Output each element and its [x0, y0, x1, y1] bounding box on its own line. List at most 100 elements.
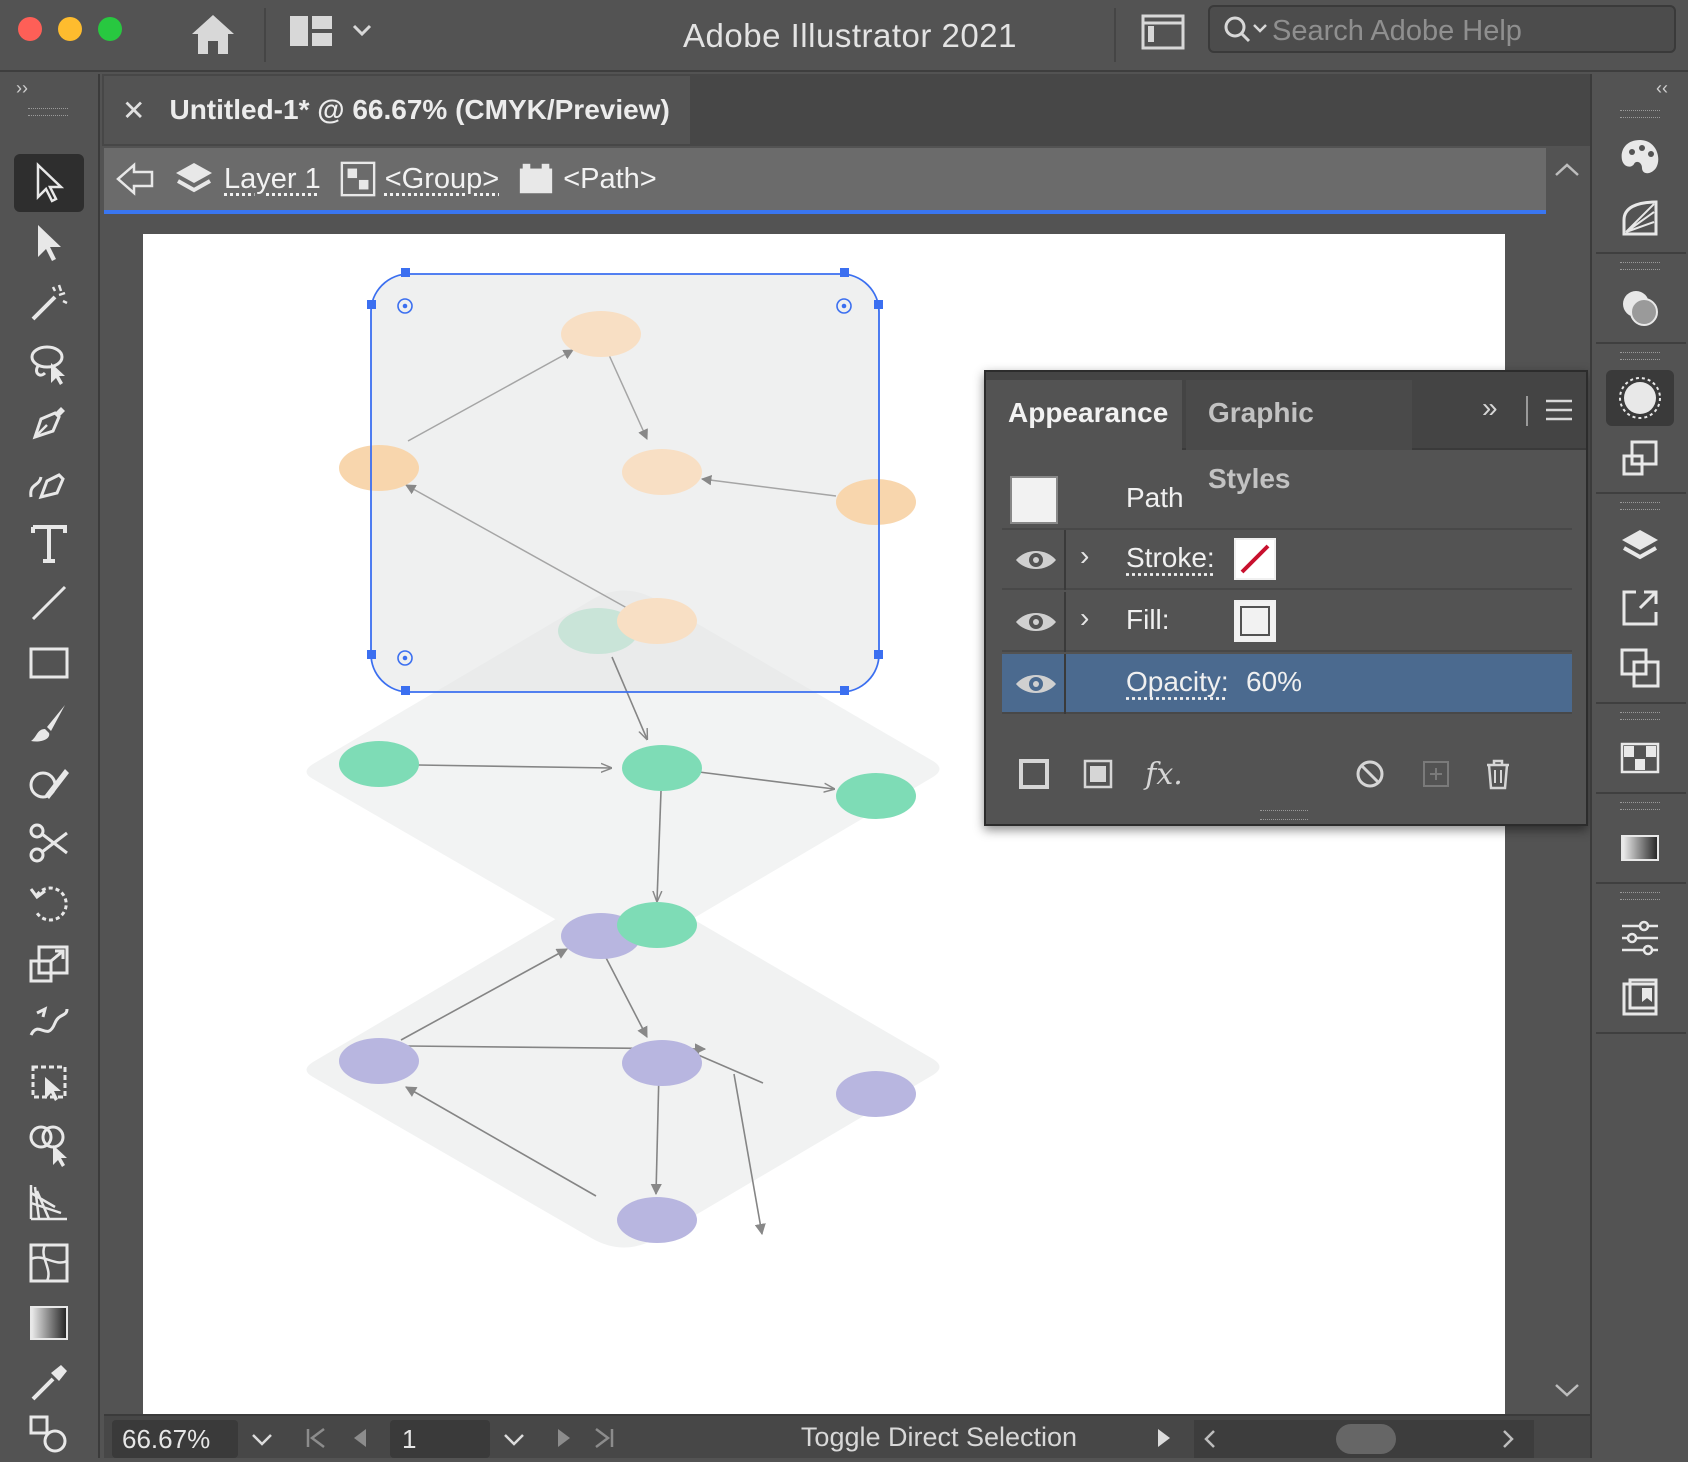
close-document-icon[interactable]: ✕ [122, 94, 145, 127]
shaper-tool[interactable] [14, 754, 84, 812]
magic-wand-tool[interactable] [14, 274, 84, 332]
breadcrumb-group[interactable]: <Group> [385, 163, 499, 196]
workspace-switcher-icon[interactable] [288, 14, 378, 50]
status-bar: 66.67% 1 Toggle Direct Selection [104, 1414, 1590, 1458]
expand-chevron-icon[interactable]: › [1080, 540, 1089, 572]
line-segment-tool[interactable] [14, 574, 84, 632]
mesh-tool[interactable] [14, 1234, 84, 1292]
document-tab[interactable]: ✕ Untitled-1* @ 66.67% (CMYK/Preview) [104, 76, 690, 144]
transform-panel-icon[interactable] [1606, 430, 1674, 486]
tab-appearance[interactable]: Appearance [986, 380, 1182, 450]
scroll-left-icon[interactable] [1200, 1427, 1220, 1451]
paintbrush-tool[interactable] [14, 694, 84, 752]
swatches-panel-icon[interactable] [1606, 730, 1674, 786]
zoom-dropdown-icon[interactable] [250, 1432, 274, 1448]
export-panel-icon[interactable] [1606, 580, 1674, 636]
rotate-tool[interactable] [14, 874, 84, 932]
appearance-object-row[interactable]: Path [1002, 468, 1572, 530]
status-menu-arrow-icon[interactable] [1154, 1426, 1174, 1450]
zoom-window-button[interactable] [98, 17, 122, 41]
panel-tab-bar: Appearance Graphic Styles » [986, 372, 1586, 450]
stroke-row[interactable]: › Stroke: [1002, 530, 1572, 590]
horizontal-scroll-thumb[interactable] [1336, 1424, 1396, 1454]
title-bar: Adobe Illustrator 2021 Search Adobe Help [0, 0, 1688, 72]
scroll-up-icon[interactable] [1552, 160, 1582, 180]
app-title: Adobe Illustrator 2021 [600, 10, 1100, 62]
transparency-panel-icon[interactable] [1606, 280, 1674, 336]
panel-expand-icon[interactable]: » [1482, 392, 1498, 424]
perspective-grid-tool[interactable] [14, 1174, 84, 1232]
color-guide-panel-icon[interactable] [1606, 190, 1674, 246]
stroke-label[interactable]: Stroke: [1126, 542, 1215, 574]
opacity-value[interactable]: 60% [1246, 666, 1302, 698]
visibility-eye-icon[interactable] [1010, 668, 1062, 700]
shape-builder-tool[interactable] [14, 1114, 84, 1172]
pathfinder-panel-icon[interactable] [1606, 640, 1674, 696]
blend-tool[interactable] [14, 1404, 84, 1462]
toolbar-grip[interactable] [28, 108, 68, 116]
scroll-down-icon[interactable] [1552, 1380, 1582, 1400]
gradient-panel-icon[interactable] [1606, 820, 1674, 876]
breadcrumb-layer[interactable]: Layer 1 [224, 163, 321, 196]
object-thumbnail [1010, 476, 1058, 524]
layers-panel-icon[interactable] [1606, 520, 1674, 576]
stroke-none-swatch[interactable] [1234, 538, 1276, 580]
tools-panel: ›› [0, 74, 100, 1458]
gradient-tool[interactable] [14, 1294, 84, 1352]
back-arrow-icon[interactable] [114, 159, 158, 199]
close-window-button[interactable] [18, 17, 42, 41]
first-artboard-icon[interactable] [304, 1426, 328, 1450]
direct-selection-tool[interactable] [14, 214, 84, 272]
free-transform-tool[interactable] [14, 1054, 84, 1112]
artboard-dropdown-icon[interactable] [502, 1432, 526, 1448]
status-text[interactable]: Toggle Direct Selection [704, 1422, 1174, 1453]
selection-tool[interactable] [14, 154, 84, 212]
last-artboard-icon[interactable] [592, 1426, 616, 1450]
panel-resize-grip[interactable] [1260, 810, 1308, 820]
appearance-panel-icon[interactable] [1606, 370, 1674, 426]
tab-graphic-styles[interactable]: Graphic Styles [1186, 380, 1412, 450]
pen-tool[interactable] [14, 394, 84, 452]
curvature-tool[interactable] [14, 454, 84, 512]
document-tab-title: Untitled-1* @ 66.67% (CMYK/Preview) [169, 94, 669, 126]
warp-tool[interactable] [14, 994, 84, 1052]
artboard-number-field[interactable]: 1 [390, 1420, 490, 1458]
previous-artboard-icon[interactable] [348, 1426, 372, 1450]
type-tool[interactable] [14, 514, 84, 572]
rectangle-tool[interactable] [14, 634, 84, 692]
clear-appearance-icon[interactable] [1348, 752, 1392, 796]
add-new-stroke-icon[interactable] [1012, 752, 1056, 796]
add-new-fill-icon[interactable] [1076, 752, 1120, 796]
horizontal-scrollbar[interactable] [1194, 1420, 1534, 1458]
layers-icon [172, 159, 216, 199]
scale-tool[interactable] [14, 934, 84, 992]
collapse-dock-icon[interactable]: ‹‹ [1656, 78, 1668, 99]
expand-chevron-icon[interactable]: › [1080, 602, 1089, 634]
libraries-panel-icon[interactable] [1606, 970, 1674, 1026]
zoom-level-field[interactable]: 66.67% [112, 1420, 238, 1458]
opacity-row[interactable]: Opacity: 60% [1002, 654, 1572, 714]
scroll-right-icon[interactable] [1498, 1427, 1518, 1451]
collapse-toolbar-icon[interactable]: ›› [16, 78, 28, 99]
fill-swatch[interactable] [1234, 600, 1276, 642]
help-search-placeholder: Search Adobe Help [1272, 15, 1522, 48]
panel-menu-icon[interactable] [1544, 398, 1574, 422]
search-icon [1220, 13, 1270, 49]
visibility-eye-icon[interactable] [1010, 544, 1062, 576]
home-icon[interactable] [188, 10, 238, 56]
visibility-eye-icon[interactable] [1010, 606, 1062, 638]
minimize-window-button[interactable] [58, 17, 82, 41]
delete-item-icon[interactable] [1476, 752, 1520, 796]
lasso-tool[interactable] [14, 334, 84, 392]
help-search-input[interactable]: Search Adobe Help [1208, 5, 1676, 53]
properties-panel-icon[interactable] [1606, 910, 1674, 966]
scissors-tool[interactable] [14, 814, 84, 872]
fill-row[interactable]: › Fill: [1002, 592, 1572, 652]
add-new-effect-icon[interactable]: fx. [1142, 752, 1186, 796]
fill-label[interactable]: Fill: [1126, 604, 1170, 636]
opacity-label[interactable]: Opacity: [1126, 666, 1229, 698]
duplicate-item-icon[interactable] [1414, 752, 1458, 796]
color-panel-icon[interactable] [1606, 130, 1674, 186]
arrange-documents-icon[interactable] [1140, 12, 1186, 54]
next-artboard-icon[interactable] [552, 1426, 576, 1450]
